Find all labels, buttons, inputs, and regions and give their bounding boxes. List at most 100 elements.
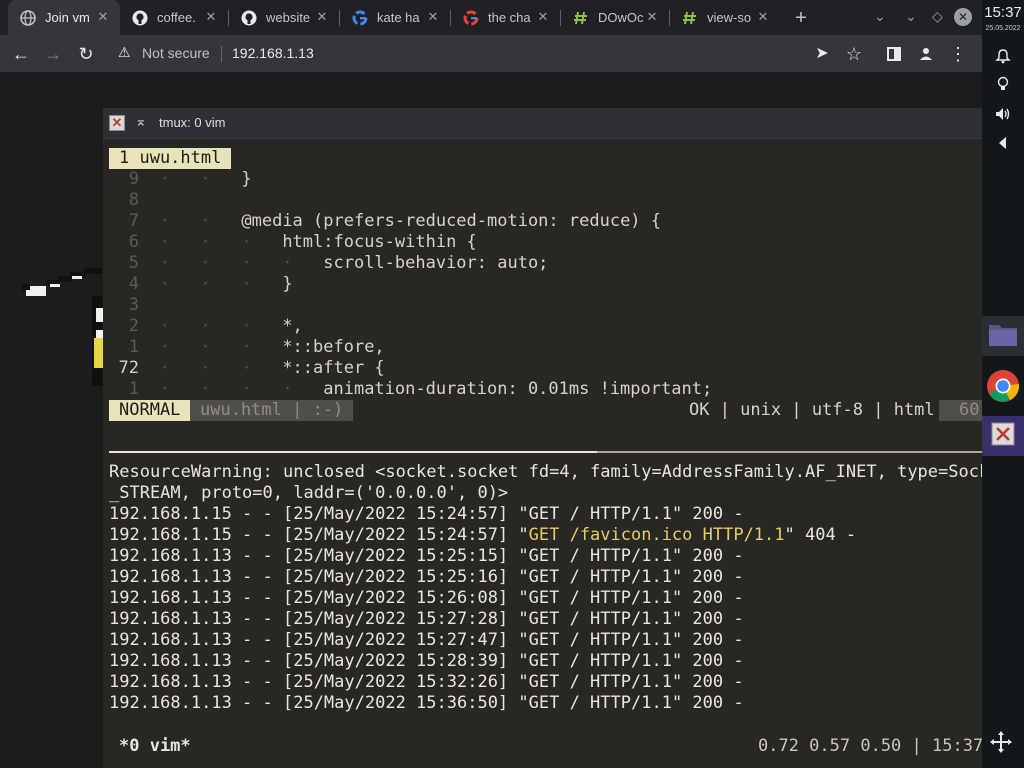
tab-title: the cha (488, 10, 531, 25)
code-text: *::before, (282, 337, 385, 357)
tab-title: coffee. (157, 10, 196, 25)
vim-buffer-tab[interactable]: 1 uwu.html (109, 148, 232, 169)
tab-website[interactable]: website ✕ (229, 0, 339, 35)
close-icon[interactable]: ✕ (109, 115, 125, 131)
hash-icon (573, 10, 589, 26)
new-tab-button[interactable]: + (790, 7, 812, 29)
shade-window-icon[interactable]: ⌅ (135, 113, 147, 130)
dock-chrome[interactable] (982, 368, 1024, 408)
volume-icon[interactable] (994, 106, 1012, 124)
tab-close-icon[interactable]: ✕ (536, 10, 550, 24)
clock-time[interactable]: 15:37 (982, 4, 1024, 21)
code-line: 1 · · · · animation-duration: 0.01ms !im… (109, 379, 712, 400)
tab-close-icon[interactable]: ✕ (645, 10, 659, 24)
chevron-down-icon[interactable]: ⌄ (905, 8, 917, 25)
tab-close-icon[interactable]: ✕ (204, 10, 218, 24)
send-icon[interactable]: ➤ (809, 41, 835, 67)
log-suffix: " 200 - (671, 588, 744, 608)
menu-kebab-icon[interactable]: ⋮ (945, 41, 971, 67)
github-icon (241, 10, 257, 26)
code-text: scroll-behavior: auto; (323, 253, 549, 273)
tmux-window-list[interactable]: *0 vim* (119, 736, 191, 757)
vim-status-filename: uwu.html | :-) (190, 400, 354, 421)
tab-title: website (266, 10, 311, 25)
hash-icon (682, 10, 698, 26)
tmux-status-right: 0.72 0.57 0.50 | 15:37 (758, 736, 984, 756)
code-text: *, (282, 316, 303, 336)
log-suffix: " 404 - (784, 525, 857, 545)
bookmark-star-icon[interactable]: ☆ (841, 41, 867, 67)
google-icon (463, 10, 479, 26)
url-text[interactable]: 192.168.1.13 (232, 45, 314, 61)
terminal-window: ✕ ⌅ tmux: 0 vim 1 uwu.html 9 · · } 8 7 ·… (103, 108, 999, 768)
forward-button[interactable]: → (40, 41, 66, 67)
tab-close-icon[interactable]: ✕ (96, 10, 110, 24)
tab-the-cha[interactable]: the cha ✕ (451, 0, 560, 35)
log-request: GET / HTTP/1.1 (528, 588, 672, 608)
side-panel-icon[interactable] (881, 41, 907, 67)
log-prefix: 192.168.1.13 - - [25/May/2022 15:32:26] … (109, 672, 529, 692)
log-line: 192.168.1.13 - - [25/May/2022 15:27:47] … (109, 630, 744, 651)
bell-icon[interactable] (994, 48, 1012, 66)
bulb-icon[interactable] (994, 76, 1012, 94)
dock-close-app[interactable] (982, 416, 1024, 456)
code-line: 3 (109, 295, 159, 316)
indent-guides: · · (159, 169, 242, 189)
window-close-icon[interactable]: ✕ (954, 8, 972, 26)
vim-editor[interactable]: 9 · · } 8 7 · · @media (prefers-reduced-… (103, 108, 982, 399)
tab-join-vm[interactable]: Join vm ✕ (8, 0, 120, 35)
tab-close-icon[interactable]: ✕ (315, 10, 329, 24)
close-app-icon (991, 422, 1015, 451)
indent-guides: · · · (159, 274, 283, 294)
tab-search-icon[interactable]: ⌄ (874, 8, 886, 25)
terminal-titlebar[interactable]: ✕ ⌅ tmux: 0 vim (103, 108, 982, 139)
play-left-icon[interactable] (994, 136, 1012, 154)
log-prefix: 192.168.1.13 - - [25/May/2022 15:27:28] … (109, 609, 529, 629)
line-number: 6 (128, 232, 139, 252)
browser-tab-strip: Join vm ✕ coffee. ✕ website ✕ kate ha ✕ … (0, 0, 982, 35)
folder-icon (988, 321, 1018, 352)
line-number: 8 (128, 190, 139, 210)
back-button[interactable]: ← (8, 41, 34, 67)
code-line: 6 · · · html:focus-within { (109, 232, 477, 253)
log-prefix: 192.168.1.13 - - [25/May/2022 15:26:08] … (109, 588, 529, 608)
log-request: GET / HTTP/1.1 (528, 630, 672, 650)
log-prefix: 192.168.1.13 - - [25/May/2022 15:25:15] … (109, 546, 529, 566)
code-text: *::after { (282, 358, 385, 378)
code-text: } (282, 274, 293, 294)
log-request: GET / HTTP/1.1 (528, 546, 672, 566)
tab-close-icon[interactable]: ✕ (426, 10, 440, 24)
tab-dowoc[interactable]: DOwOc ✕ (561, 0, 669, 35)
reload-button[interactable]: ↻ (73, 41, 99, 67)
log-line: 192.168.1.15 - - [25/May/2022 15:24:57] … (109, 525, 856, 546)
code-line: 8 (109, 190, 159, 211)
profile-icon[interactable] (913, 41, 939, 67)
code-text: html:focus-within { (282, 232, 477, 252)
tab-coffee[interactable]: coffee. ✕ (120, 0, 228, 35)
clock-date: 25.05.2022 (985, 25, 1021, 32)
line-number: 4 (128, 274, 139, 294)
tab-view-source[interactable]: view-so ✕ (670, 0, 780, 35)
move-arrows-icon[interactable] (988, 730, 1014, 756)
log-suffix: " 200 - (671, 567, 744, 587)
log-suffix: " 200 - (671, 630, 744, 650)
warning-icon: ⚠ (118, 44, 131, 60)
tab-title: kate ha (377, 10, 420, 25)
log-suffix: " 200 - (671, 546, 744, 566)
log-suffix: " 200 - (671, 651, 744, 671)
window-title: tmux: 0 vim (159, 115, 226, 130)
google-icon (352, 10, 368, 26)
tab-kate[interactable]: kate ha ✕ (340, 0, 450, 35)
dock-file-manager[interactable] (982, 316, 1024, 356)
diamond-icon[interactable]: ◇ (932, 8, 943, 25)
log-request: GET / HTTP/1.1 (528, 651, 672, 671)
log-prefix: 192.168.1.15 - - [25/May/2022 15:24:57] … (109, 525, 529, 545)
log-suffix: " 200 - (671, 693, 744, 713)
security-label[interactable]: Not secure (142, 45, 210, 61)
globe-icon (20, 9, 36, 26)
tab-close-icon[interactable]: ✕ (756, 10, 770, 24)
code-line: 5 · · · · scroll-behavior: auto; (109, 253, 549, 274)
line-number: 72 (118, 358, 139, 378)
log-line: 192.168.1.13 - - [25/May/2022 15:32:26] … (109, 672, 744, 693)
vim-status-percent: 60 (939, 400, 982, 421)
